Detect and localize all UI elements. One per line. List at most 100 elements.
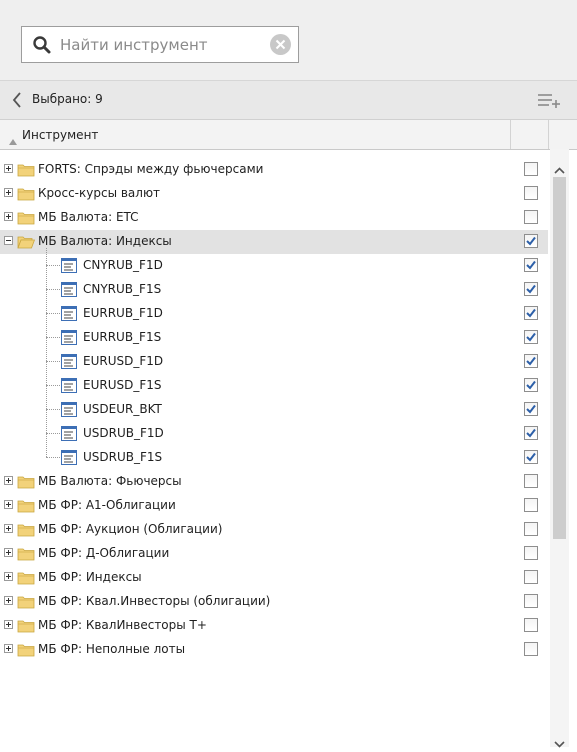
folder-icon bbox=[17, 498, 35, 513]
column-divider bbox=[510, 120, 511, 149]
tree-item-label: МБ ФР: Д-Облигации bbox=[38, 546, 170, 560]
item-checkbox[interactable] bbox=[524, 498, 538, 512]
selected-count-label: Выбрано: 9 bbox=[32, 92, 103, 106]
item-checkbox[interactable] bbox=[524, 402, 538, 416]
tree-connector bbox=[46, 361, 60, 363]
tree-item-label: МБ ФР: КвалИнвесторы Т+ bbox=[38, 618, 207, 632]
folder-icon bbox=[17, 618, 35, 633]
tree-connector bbox=[46, 248, 48, 457]
expand-toggle[interactable] bbox=[4, 212, 13, 221]
item-checkbox[interactable] bbox=[524, 282, 538, 296]
item-checkbox[interactable] bbox=[524, 162, 538, 176]
chevron-left-icon[interactable] bbox=[12, 92, 22, 108]
item-checkbox[interactable] bbox=[524, 522, 538, 536]
tree-instrument-row[interactable]: USDRUB_F1S bbox=[0, 446, 548, 470]
tree-instrument-row[interactable]: EURRUB_F1S bbox=[0, 326, 548, 350]
search-input[interactable] bbox=[60, 27, 260, 62]
expand-toggle[interactable] bbox=[4, 548, 13, 557]
tree-connector bbox=[46, 289, 60, 291]
tree-folder-row[interactable]: МБ ФР: Квал.Инвесторы (облигации) bbox=[0, 590, 548, 614]
list-add-icon[interactable] bbox=[537, 91, 561, 109]
tree-instrument-row[interactable]: EURUSD_F1S bbox=[0, 374, 548, 398]
item-checkbox[interactable] bbox=[524, 210, 538, 224]
tree-item-label: МБ ФР: Квал.Инвесторы (облигации) bbox=[38, 594, 271, 608]
folder-icon bbox=[17, 162, 35, 177]
tree-folder-row[interactable]: МБ ФР: Неполные лоты bbox=[0, 638, 548, 662]
search-icon bbox=[32, 35, 52, 55]
instrument-doc-icon bbox=[61, 354, 77, 369]
expand-toggle[interactable] bbox=[4, 572, 13, 581]
expand-toggle[interactable] bbox=[4, 164, 13, 173]
item-checkbox[interactable] bbox=[524, 258, 538, 272]
item-checkbox[interactable] bbox=[524, 642, 538, 656]
column-header[interactable]: Инструмент bbox=[0, 120, 577, 150]
tree-folder-row[interactable]: Кросс-курсы валют bbox=[0, 182, 548, 206]
scrollbar-thumb[interactable] bbox=[553, 177, 566, 539]
item-checkbox[interactable] bbox=[524, 306, 538, 320]
item-checkbox[interactable] bbox=[524, 450, 538, 464]
tree-instrument-row[interactable]: USDEUR_BKT bbox=[0, 398, 548, 422]
vertical-scrollbar[interactable] bbox=[550, 149, 569, 748]
clear-icon[interactable] bbox=[270, 34, 291, 55]
item-checkbox[interactable] bbox=[524, 186, 538, 200]
tree-folder-row[interactable]: МБ ФР: Д-Облигации bbox=[0, 542, 548, 566]
tree-folder-row[interactable]: МБ Валюта: Индексы bbox=[0, 230, 548, 254]
selected-bar: Выбрано: 9 bbox=[0, 81, 577, 120]
item-checkbox[interactable] bbox=[524, 474, 538, 488]
tree-item-label: МБ Валюта: Фьючерсы bbox=[38, 474, 182, 488]
expand-toggle[interactable] bbox=[4, 476, 13, 485]
tree-folder-row[interactable]: FORTS: Спрэды между фьючерсами bbox=[0, 158, 548, 182]
tree-connector bbox=[46, 433, 60, 435]
tree-instrument-row[interactable]: EURRUB_F1D bbox=[0, 302, 548, 326]
item-checkbox[interactable] bbox=[524, 378, 538, 392]
expand-toggle[interactable] bbox=[4, 500, 13, 509]
item-checkbox[interactable] bbox=[524, 426, 538, 440]
tree-instrument-row[interactable]: USDRUB_F1D bbox=[0, 422, 548, 446]
instrument-selector-panel: Выбрано: 9 Инструмент FORTS: Спрэды межд… bbox=[0, 0, 577, 748]
tree-item-label: Кросс-курсы валют bbox=[38, 186, 161, 200]
folder-icon bbox=[17, 474, 35, 489]
expand-toggle[interactable] bbox=[4, 524, 13, 533]
item-checkbox[interactable] bbox=[524, 234, 538, 248]
instrument-doc-icon bbox=[61, 330, 77, 345]
expand-toggle[interactable] bbox=[4, 188, 13, 197]
folder-icon bbox=[17, 210, 35, 225]
tree-folder-row[interactable]: МБ Валюта: Фьючерсы bbox=[0, 470, 548, 494]
item-checkbox[interactable] bbox=[524, 570, 538, 584]
tree-folder-row[interactable]: МБ ФР: А1-Облигации bbox=[0, 494, 548, 518]
item-checkbox[interactable] bbox=[524, 546, 538, 560]
folder-icon bbox=[17, 234, 36, 249]
chevron-up-icon[interactable] bbox=[554, 159, 565, 178]
instrument-doc-icon bbox=[61, 258, 77, 273]
column-divider bbox=[548, 120, 549, 149]
tree-folder-row[interactable]: МБ ФР: Индексы bbox=[0, 566, 548, 590]
folder-icon bbox=[17, 186, 35, 201]
instrument-doc-icon bbox=[61, 426, 77, 441]
tree-instrument-row[interactable]: CNYRUB_F1S bbox=[0, 278, 548, 302]
folder-icon bbox=[17, 594, 35, 609]
tree-folder-row[interactable]: МБ ФР: Аукцион (Облигации) bbox=[0, 518, 548, 542]
expand-toggle[interactable] bbox=[4, 596, 13, 605]
tree-connector bbox=[46, 337, 60, 339]
tree-connector bbox=[46, 457, 60, 459]
expand-toggle[interactable] bbox=[4, 620, 13, 629]
item-checkbox[interactable] bbox=[524, 594, 538, 608]
tree-item-label: МБ Валюта: ETC bbox=[38, 210, 139, 224]
tree-connector bbox=[46, 313, 60, 315]
tree-item-label: EURUSD_F1D bbox=[83, 354, 164, 368]
folder-icon bbox=[17, 522, 35, 537]
item-checkbox[interactable] bbox=[524, 354, 538, 368]
collapse-toggle[interactable] bbox=[4, 236, 13, 245]
tree-folder-row[interactable]: МБ ФР: КвалИнвесторы Т+ bbox=[0, 614, 548, 638]
tree-instrument-row[interactable]: CNYRUB_F1D bbox=[0, 254, 548, 278]
expand-toggle[interactable] bbox=[4, 644, 13, 653]
tree-folder-row[interactable]: МБ Валюта: ETC bbox=[0, 206, 548, 230]
search-box[interactable] bbox=[21, 26, 299, 63]
item-checkbox[interactable] bbox=[524, 330, 538, 344]
chevron-down-icon[interactable] bbox=[554, 733, 565, 752]
tree-item-label: МБ Валюта: Индексы bbox=[38, 234, 172, 248]
tree-item-label: МБ ФР: А1-Облигации bbox=[38, 498, 176, 512]
tree-instrument-row[interactable]: EURUSD_F1D bbox=[0, 350, 548, 374]
folder-icon bbox=[17, 546, 35, 561]
item-checkbox[interactable] bbox=[524, 618, 538, 632]
